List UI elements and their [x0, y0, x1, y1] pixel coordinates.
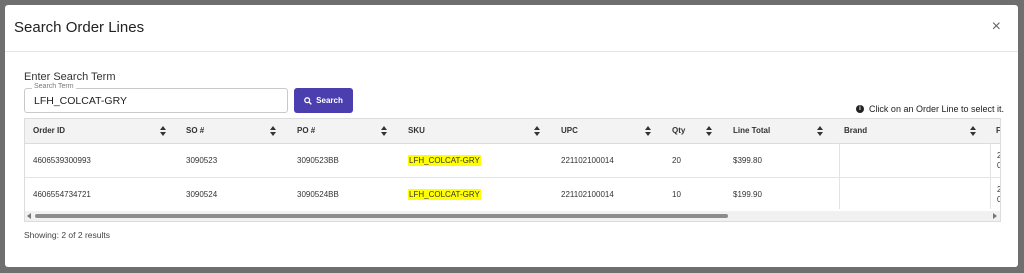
cell-po: 3090523BB	[297, 156, 339, 165]
cell-f-line1: 2	[997, 185, 1000, 195]
cell-f-line2: 0	[997, 195, 1000, 205]
table-header: Order ID SO # PO # SKU UPC Qty Line Tota…	[25, 119, 1000, 144]
close-icon[interactable]: ×	[992, 19, 1001, 35]
column-header-sku[interactable]: SKU	[408, 119, 425, 143]
cell-so: 3090524	[186, 190, 218, 199]
column-header-order-id[interactable]: Order ID	[33, 119, 65, 143]
results-count: Showing: 2 of 2 results	[24, 230, 110, 240]
sort-icon[interactable]	[160, 126, 166, 136]
column-header-line-total[interactable]: Line Total	[733, 119, 770, 143]
column-header-po[interactable]: PO #	[297, 119, 315, 143]
sort-icon[interactable]	[534, 126, 540, 136]
cell-f-line1: 2	[997, 151, 1000, 161]
select-hint: i Click on an Order Line to select it.	[855, 104, 1004, 114]
column-header-so[interactable]: SO #	[186, 119, 204, 143]
cell-qty: 10	[672, 190, 681, 199]
search-button[interactable]: Search	[294, 88, 353, 113]
search-icon	[304, 96, 312, 105]
modal-header: Search Order Lines ×	[5, 5, 1018, 52]
sort-icon[interactable]	[381, 126, 387, 136]
search-input-value[interactable]: LFH_COLCAT-GRY	[34, 95, 127, 107]
sku-highlight: LFH_COLCAT-GRY	[408, 189, 481, 200]
cell-qty: 20	[672, 156, 681, 165]
sort-icon[interactable]	[970, 126, 976, 136]
cell-so: 3090523	[186, 156, 218, 165]
cell-line-total: $399.80	[733, 156, 762, 165]
scroll-left-icon[interactable]	[27, 213, 31, 219]
info-icon: i	[855, 105, 864, 113]
cell-order-id: 4606554734721	[33, 190, 91, 199]
sort-icon[interactable]	[817, 126, 823, 136]
cell-sku: LFH_COLCAT-GRY	[408, 178, 481, 211]
column-header-upc[interactable]: UPC	[561, 119, 578, 143]
column-divider	[990, 143, 991, 209]
scroll-right-icon[interactable]	[993, 213, 997, 219]
sort-icon[interactable]	[645, 126, 651, 136]
table-row[interactable]: 4606539300993 3090523 3090523BB LFH_COLC…	[25, 144, 1000, 178]
scrollbar-thumb[interactable]	[35, 214, 728, 218]
sku-highlight: LFH_COLCAT-GRY	[408, 155, 481, 166]
cell-line-total: $199.90	[733, 190, 762, 199]
cell-order-id: 4606539300993	[33, 156, 91, 165]
search-button-label: Search	[316, 96, 343, 105]
select-hint-text: Click on an Order Line to select it.	[868, 104, 1004, 114]
column-header-qty[interactable]: Qty	[672, 119, 685, 143]
search-section-label: Enter Search Term	[24, 71, 116, 83]
cell-po: 3090524BB	[297, 190, 339, 199]
sort-icon[interactable]	[706, 126, 712, 136]
sort-icon[interactable]	[270, 126, 276, 136]
cell-sku: LFH_COLCAT-GRY	[408, 144, 481, 177]
cell-f-line2: 0	[997, 161, 1000, 171]
search-order-lines-modal: Search Order Lines × Enter Search Term S…	[5, 5, 1018, 267]
search-field-label: Search Term	[32, 83, 76, 90]
modal-title: Search Order Lines	[14, 19, 145, 36]
table-row[interactable]: 4606554734721 3090524 3090524BB LFH_COLC…	[25, 178, 1000, 212]
column-header-brand[interactable]: Brand	[844, 119, 867, 143]
cell-upc: 221102100014	[561, 190, 614, 199]
cell-upc: 221102100014	[561, 156, 614, 165]
column-header-f[interactable]: F	[996, 119, 1000, 143]
column-divider	[839, 143, 840, 209]
search-input[interactable]: Search Term LFH_COLCAT-GRY	[24, 83, 288, 113]
order-lines-table: Order ID SO # PO # SKU UPC Qty Line Tota…	[24, 118, 1001, 222]
horizontal-scrollbar[interactable]	[25, 211, 1000, 221]
